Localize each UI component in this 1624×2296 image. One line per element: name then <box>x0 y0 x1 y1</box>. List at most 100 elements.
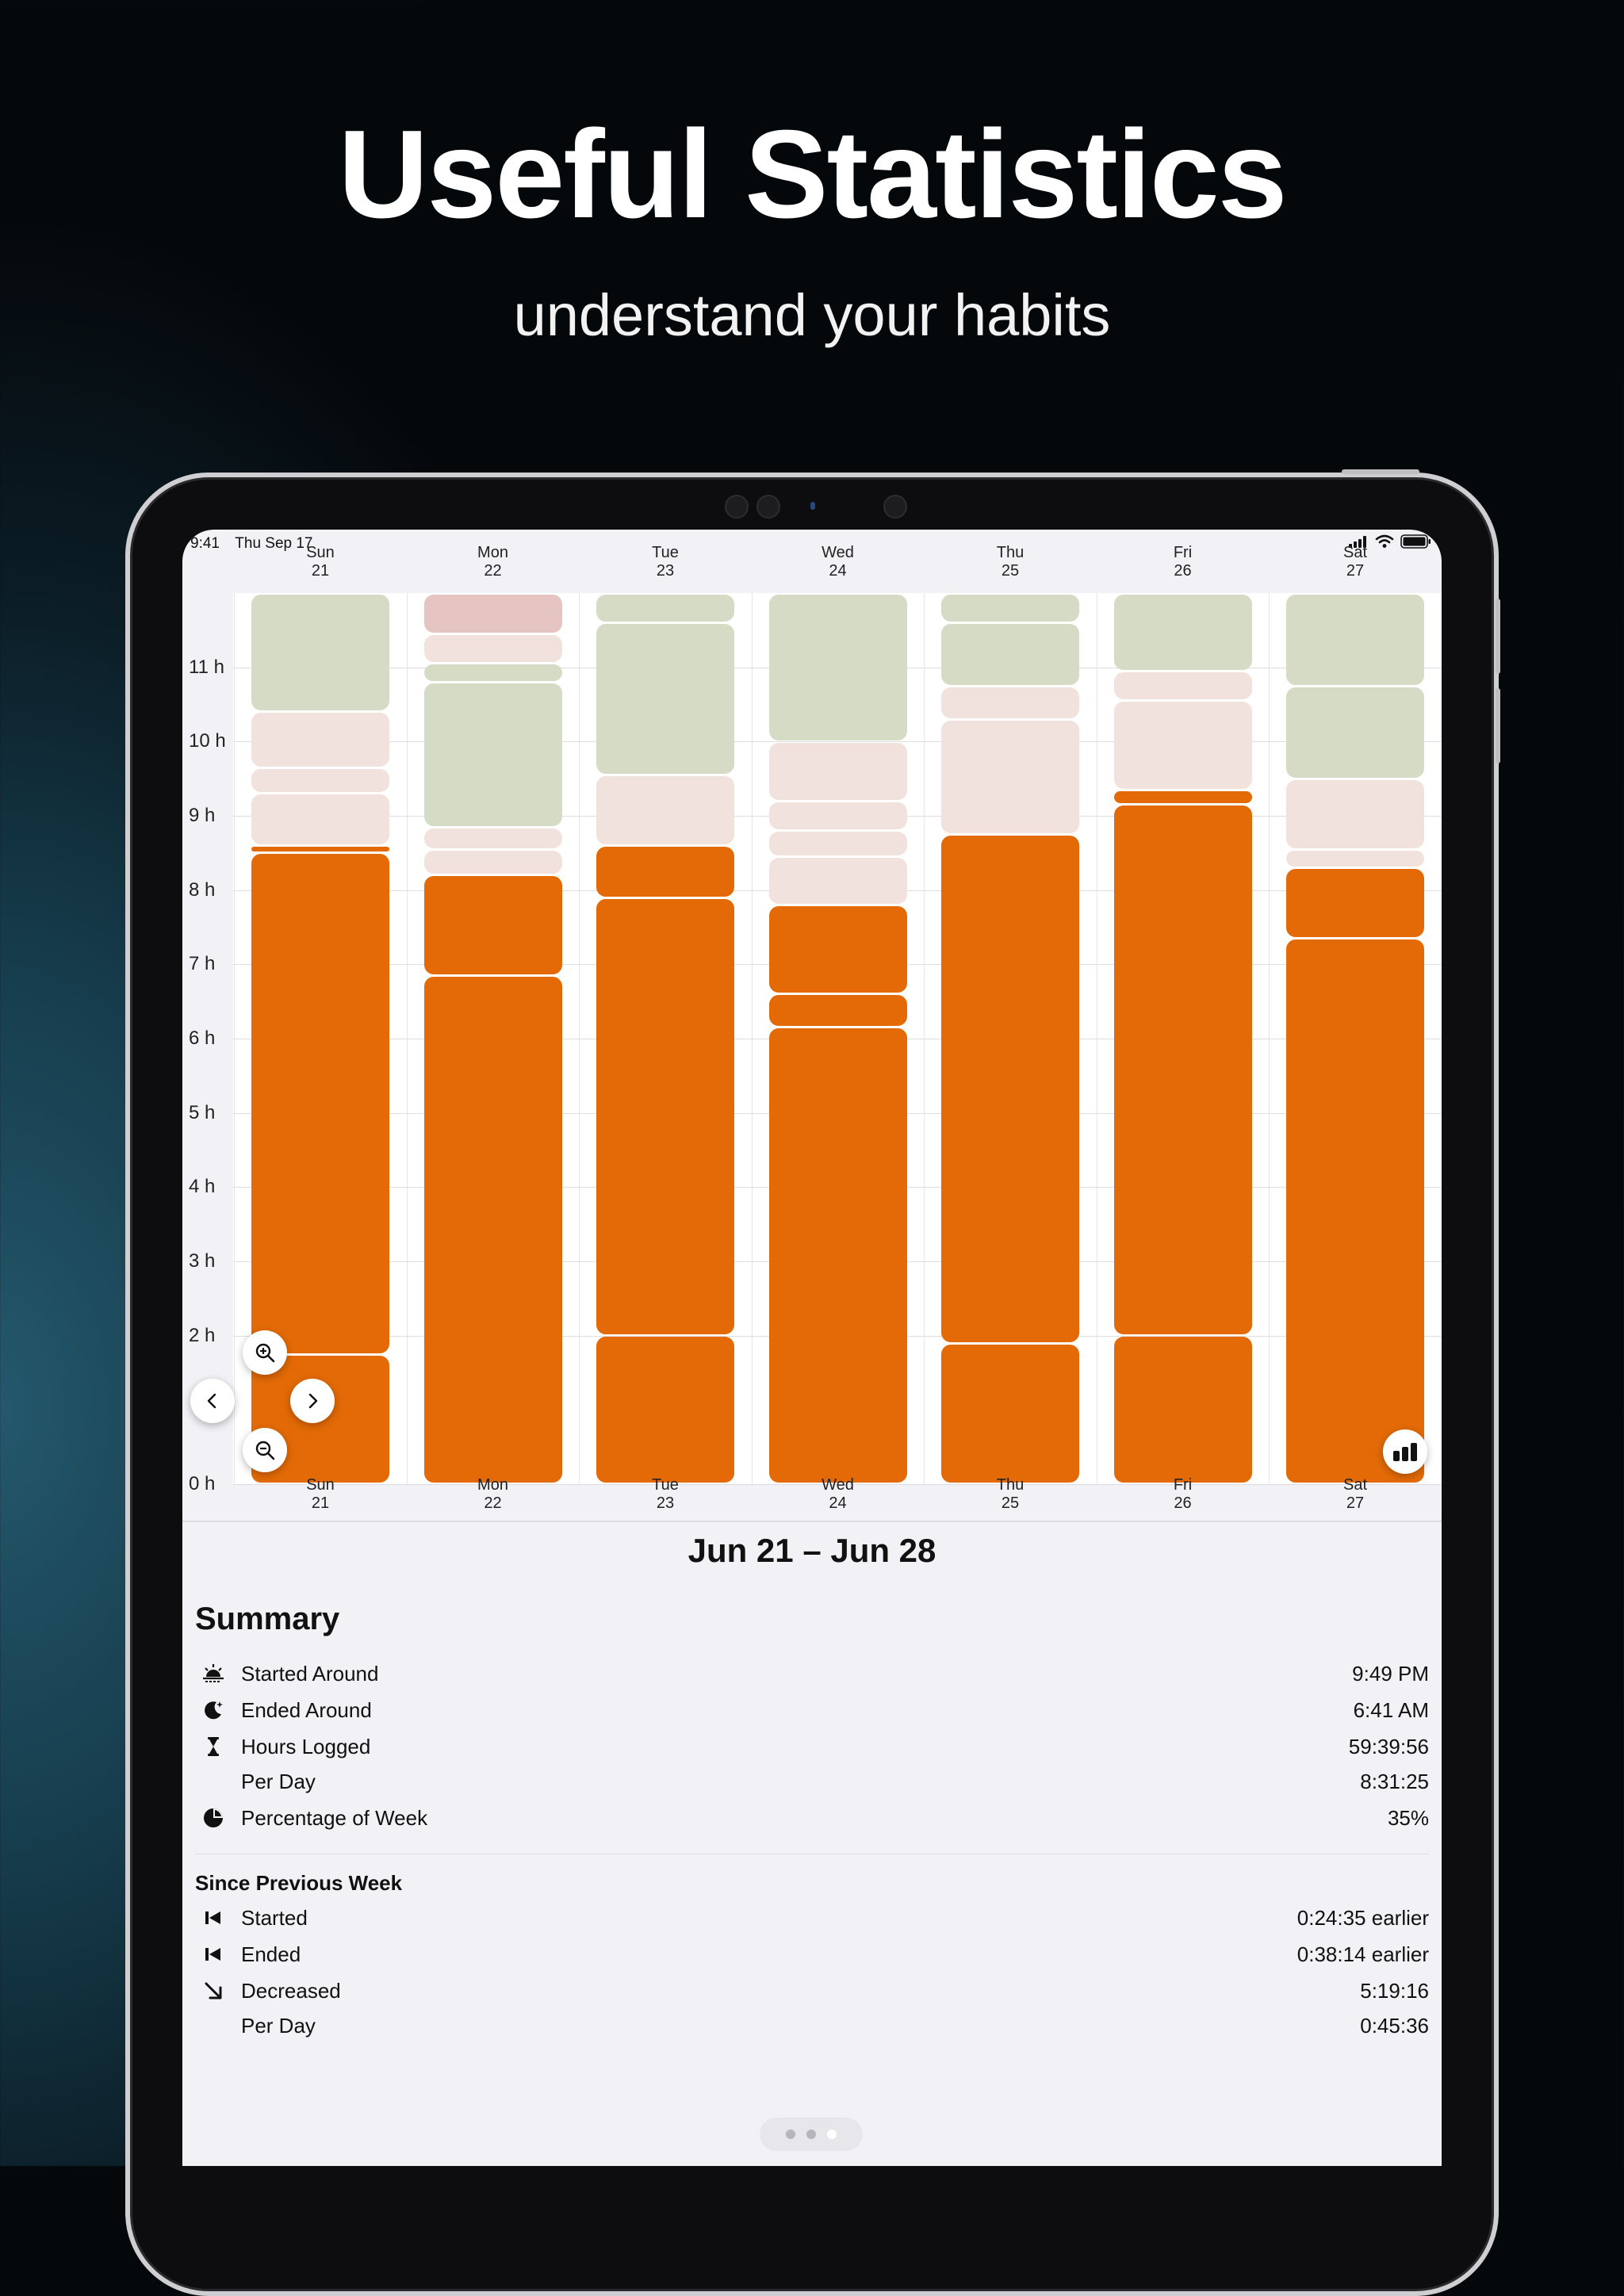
page-dot[interactable] <box>786 2130 795 2139</box>
camera-sensor-icon <box>883 495 907 519</box>
previous-week-label: Started <box>241 1906 308 1930</box>
x-axis-day-date: 22 <box>484 562 502 580</box>
chart-bar-segment-logged[interactable] <box>251 846 389 852</box>
chart-bar-segment-light[interactable] <box>941 687 1079 718</box>
date-range-title: Jun 21 – Jun 28 <box>688 1532 936 1569</box>
summary-row-ended: Ended Around 6:41 AM <box>195 1695 1429 1725</box>
chart-bar-segment-light[interactable] <box>1113 702 1252 789</box>
x-axis-label-bottom: Mon 22 <box>424 1476 562 1513</box>
arrow-down-right-icon <box>205 1982 222 1999</box>
chart-day-column[interactable] <box>768 593 907 1484</box>
summary-row-percentage: Percentage of Week 35% <box>195 1803 1429 1833</box>
chart-bar-segment-red[interactable] <box>423 594 562 633</box>
chart-bar-segment-logged[interactable] <box>423 976 562 1483</box>
chart-bar-segment-logged[interactable] <box>768 905 907 993</box>
chart-bar-segment-logged[interactable] <box>941 1344 1079 1483</box>
chart-bar-segment-light[interactable] <box>1286 779 1424 848</box>
chart-bar-segment-logged[interactable] <box>596 846 734 897</box>
chart-bar-segment-light[interactable] <box>596 775 734 844</box>
chart-bar-segment-green[interactable] <box>423 664 562 681</box>
chart-bar-segment-green[interactable] <box>596 594 734 622</box>
chart-bar-segment-logged[interactable] <box>1286 869 1424 938</box>
chart-bar-segment-logged[interactable] <box>768 995 907 1027</box>
weekly-sleep-chart[interactable]: 0 h2 h3 h4 h5 h6 h7 h8 h9 h 10 h 11 h Sun 21… <box>182 530 1442 1521</box>
chart-bar-segment-green[interactable] <box>596 623 734 774</box>
x-axis-day-date: 24 <box>829 1494 847 1512</box>
x-axis-label-bottom: Fri 26 <box>1114 1476 1252 1513</box>
chart-bar-segment-green[interactable] <box>768 594 907 740</box>
chart-bar-segment-logged[interactable] <box>1286 939 1424 1483</box>
chart-bar-segment-green[interactable] <box>1113 594 1252 670</box>
x-axis-day-date: 25 <box>1001 1494 1020 1512</box>
chevron-right-icon <box>308 1393 318 1409</box>
y-tick-label: 2 h <box>189 1324 216 1346</box>
page-indicator[interactable] <box>760 2118 863 2151</box>
page-dot[interactable] <box>806 2130 816 2139</box>
sunset-icon <box>203 1664 224 1682</box>
chart-bar-segment-green[interactable] <box>1286 687 1424 778</box>
skip-back-icon <box>205 1911 220 1924</box>
chart-bar-segment-logged[interactable] <box>768 1028 907 1483</box>
chart-bar-segment-logged[interactable] <box>423 876 562 974</box>
chevron-left-icon <box>207 1393 216 1409</box>
x-axis-label-top: Tue 23 <box>596 544 734 580</box>
previous-week-row-ended: Ended 0:38:14 earlier <box>195 1939 1429 1969</box>
x-axis-day-name: Sat <box>1342 544 1368 561</box>
zoom-in-button[interactable] <box>243 1330 287 1375</box>
y-tick-label: 9 h <box>189 805 216 826</box>
x-axis-label-top: Thu 25 <box>941 544 1079 580</box>
chart-bar-segment-logged[interactable] <box>1113 806 1252 1335</box>
chart-day-column[interactable] <box>423 593 562 1484</box>
previous-week-label: Ended <box>241 1942 301 1966</box>
chart-bar-segment-light[interactable] <box>1286 850 1424 867</box>
skip-back-icon <box>205 1948 220 1961</box>
chart-bar-segment-logged[interactable] <box>941 835 1079 1342</box>
chart-day-column[interactable] <box>941 593 1079 1484</box>
previous-week-value: 0:45:36 <box>1360 2014 1429 2038</box>
next-week-button[interactable] <box>290 1379 335 1423</box>
x-axis-day-name: Wed <box>822 544 854 561</box>
zoom-out-icon <box>255 1441 275 1460</box>
chart-bar-segment-logged[interactable] <box>596 1337 734 1483</box>
summary-row-started: Started Around 9:49 PM <box>195 1659 1429 1689</box>
x-axis-day-name: Wed <box>822 1476 854 1494</box>
camera-indicator-icon <box>810 502 815 510</box>
chart-bar-segment-green[interactable] <box>423 683 562 826</box>
x-axis-day-name: Thu <box>996 1476 1025 1494</box>
camera-sensor-icon <box>725 495 749 519</box>
page-dot-current[interactable] <box>827 2130 837 2139</box>
chart-bar-segment-light[interactable] <box>768 742 907 800</box>
chart-bar-segment-light[interactable] <box>251 713 389 767</box>
zoom-out-button[interactable] <box>243 1428 287 1472</box>
chart-bar-segment-light[interactable] <box>768 832 907 855</box>
chart-bar-segment-green[interactable] <box>1286 594 1424 685</box>
x-axis-label-bottom: Sat 27 <box>1286 1476 1424 1513</box>
chart-day-column[interactable] <box>596 593 734 1484</box>
chart-bar-segment-light[interactable] <box>941 720 1079 833</box>
chart-bar-segment-light[interactable] <box>423 635 562 663</box>
chart-day-column[interactable] <box>1113 593 1252 1484</box>
x-axis-day-name: Sun <box>306 544 335 561</box>
chart-bar-segment-logged[interactable] <box>251 854 389 1353</box>
chart-bar-segment-logged[interactable] <box>596 898 734 1335</box>
chart-bar-segment-light[interactable] <box>768 858 907 904</box>
chart-bar-segment-logged[interactable] <box>1113 790 1252 804</box>
chart-bar-segment-logged[interactable] <box>1113 1337 1252 1483</box>
x-axis-label-top: Fri 26 <box>1114 544 1252 580</box>
chart-bar-segment-light[interactable] <box>768 802 907 830</box>
x-axis-day-date: 22 <box>484 1494 502 1512</box>
chart-bar-segment-green[interactable] <box>941 594 1079 622</box>
zoom-in-icon <box>255 1343 275 1363</box>
x-axis-day-name: Mon <box>477 1476 508 1494</box>
chart-bar-segment-light[interactable] <box>423 850 562 874</box>
chart-bar-segment-light[interactable] <box>251 768 389 793</box>
x-axis-day-date: 21 <box>311 562 330 580</box>
previous-week-button[interactable] <box>190 1379 235 1423</box>
chart-bar-segment-light[interactable] <box>423 828 562 848</box>
chart-bar-segment-green[interactable] <box>941 623 1079 685</box>
chart-day-column[interactable] <box>1286 593 1424 1484</box>
stats-toggle-button[interactable] <box>1383 1429 1427 1474</box>
chart-bar-segment-light[interactable] <box>1113 672 1252 700</box>
chart-bar-segment-light[interactable] <box>251 794 389 844</box>
chart-bar-segment-green[interactable] <box>251 594 389 711</box>
